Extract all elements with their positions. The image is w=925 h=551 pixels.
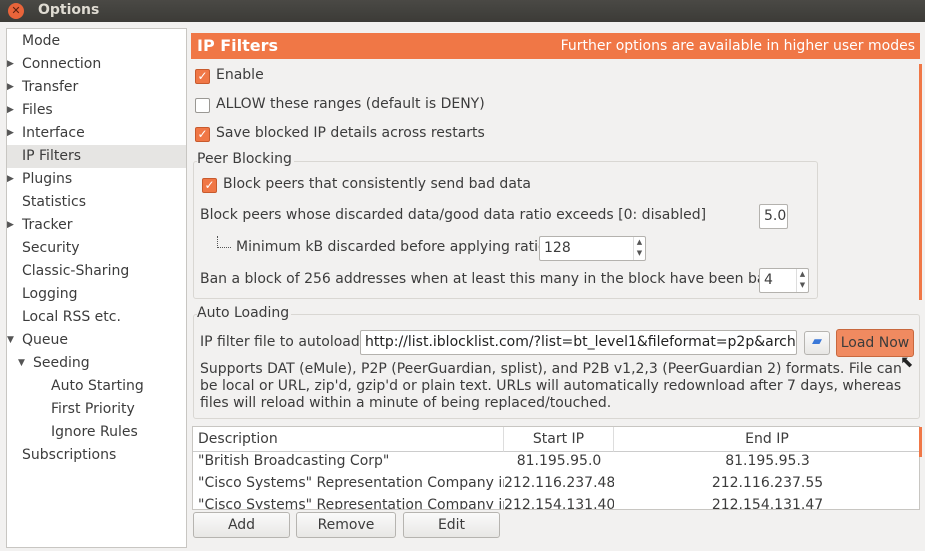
sidebar-item-connection[interactable]: ▶ Connection <box>7 53 186 76</box>
start-ip-cell: 81.195.95.0 <box>516 453 602 469</box>
block-bad-peers-checkbox[interactable]: ✓ <box>202 178 217 193</box>
sidebar-item-files[interactable]: ▶ Files <box>7 99 186 122</box>
end-ip-cell: 212.154.131.47 <box>711 497 824 510</box>
column-header-description[interactable]: Description <box>193 427 504 452</box>
sidebar-item-label: Queue <box>22 332 68 348</box>
sidebar-item-label: Local RSS etc. <box>22 309 121 325</box>
expander-right-icon[interactable]: ▶ <box>7 76 14 99</box>
sidebar-item-queue[interactable]: ▼ Queue <box>7 329 186 352</box>
sidebar-item-label: Interface <box>22 125 85 141</box>
browse-folder-icon[interactable]: ▰ <box>804 331 830 355</box>
sidebar-item-label: Seeding <box>33 355 90 371</box>
column-header-end-ip[interactable]: End IP <box>614 427 919 452</box>
end-ip-cell: 81.195.95.3 <box>725 453 810 469</box>
sidebar-item-seeding[interactable]: ▼ Seeding <box>7 352 186 375</box>
sidebar-item-ignore-rules[interactable]: Ignore Rules <box>7 421 186 444</box>
sidebar-item-label: Security <box>22 240 80 256</box>
allow-ranges-checkbox[interactable] <box>195 98 210 113</box>
enable-checkbox[interactable]: ✓ <box>195 69 210 84</box>
add-button[interactable]: Add <box>193 512 290 538</box>
column-header-start-ip[interactable]: Start IP <box>504 427 614 452</box>
allow-ranges-label: ALLOW these ranges (default is DENY) <box>216 96 485 112</box>
table-scrollbar[interactable] <box>919 427 922 457</box>
ban-value: 4 <box>764 272 773 288</box>
sidebar-item-label: Plugins <box>22 171 73 187</box>
sidebar-item-label: First Priority <box>51 401 135 417</box>
sidebar-item-mode[interactable]: Mode <box>7 30 186 53</box>
section-header: IP Filters Further options are available… <box>191 33 920 59</box>
sidebar-tree: Mode ▶ Connection ▶ Transfer ▶ Files ▶ Interface… <box>6 28 187 548</box>
start-ip-cell: 212.116.237.48 <box>504 475 614 491</box>
ban-spinner[interactable]: 4 ▲ ▼ <box>759 268 809 293</box>
sidebar-item-label: IP Filters <box>22 148 81 164</box>
sidebar-item-first-priority[interactable]: First Priority <box>7 398 186 421</box>
sidebar-item-label: Tracker <box>22 217 73 233</box>
sidebar-item-logging[interactable]: Logging <box>7 283 186 306</box>
sidebar-item-label: Classic-Sharing <box>22 263 130 279</box>
remove-button[interactable]: Remove <box>296 512 396 538</box>
expander-right-icon[interactable]: ▶ <box>7 99 14 122</box>
min-kb-value: 128 <box>544 240 571 256</box>
sidebar-item-local-rss-etc[interactable]: Local RSS etc. <box>7 306 186 329</box>
sidebar-item-classic-sharing[interactable]: Classic-Sharing <box>7 260 186 283</box>
save-blocked-label: Save blocked IP details across restarts <box>216 125 485 141</box>
user-mode-note: Further options are available in higher … <box>560 38 915 54</box>
sidebar-item-auto-starting[interactable]: Auto Starting <box>7 375 186 398</box>
sidebar-item-label: Auto Starting <box>51 378 144 394</box>
expander-down-icon[interactable]: ▼ <box>7 329 14 352</box>
min-kb-spinner[interactable]: 128 ▲ ▼ <box>539 236 646 261</box>
format-help-text: Supports DAT (eMule), P2P (PeerGuardian,… <box>200 361 902 411</box>
expander-right-icon[interactable]: ▶ <box>7 214 14 237</box>
sidebar-item-plugins[interactable]: ▶ Plugins <box>7 168 186 191</box>
sidebar-item-label: Files <box>22 102 53 118</box>
expander-down-icon[interactable]: ▼ <box>18 352 25 375</box>
start-ip-cell: 212.154.131.40 <box>504 497 614 510</box>
window-title: Options <box>38 2 100 18</box>
sidebar-item-label: Mode <box>22 33 61 49</box>
expander-right-icon[interactable]: ▶ <box>7 53 14 76</box>
sidebar-item-subscriptions[interactable]: Subscriptions <box>7 444 186 467</box>
title-bar: ✕ Options <box>0 0 925 22</box>
expander-right-icon[interactable]: ▶ <box>7 122 14 145</box>
file-label: IP filter file to autoload <box>200 334 360 350</box>
ratio-label: Block peers whose discarded data/good da… <box>200 207 707 223</box>
min-kb-label: Minimum kB discarded before applying rat… <box>236 239 547 255</box>
sidebar-item-label: Transfer <box>22 79 79 95</box>
block-bad-peers-label: Block peers that consistently send bad d… <box>223 176 531 192</box>
end-ip-cell: 212.116.237.55 <box>711 475 824 491</box>
sidebar-item-ip-filters[interactable]: IP Filters <box>7 145 186 168</box>
save-blocked-checkbox[interactable]: ✓ <box>195 127 210 142</box>
sidebar-item-label: Subscriptions <box>22 447 117 463</box>
spinner-arrows-icon[interactable]: ▲ ▼ <box>796 269 808 292</box>
description-cell: "Cisco Systems" Representation Company i… <box>198 497 504 510</box>
ip-filter-table: Description Start IP End IP "British Bro… <box>192 426 920 510</box>
sidebar-item-security[interactable]: Security <box>7 237 186 260</box>
expander-right-icon[interactable]: ▶ <box>7 168 14 191</box>
sidebar-item-interface[interactable]: ▶ Interface <box>7 122 186 145</box>
spinner-arrows-icon[interactable]: ▲ ▼ <box>633 237 645 260</box>
sidebar-item-tracker[interactable]: ▶ Tracker <box>7 214 186 237</box>
enable-label: Enable <box>216 67 264 83</box>
sidebar-item-label: Ignore Rules <box>51 424 138 440</box>
section-title: IP Filters <box>197 36 279 55</box>
ratio-input[interactable]: 5.0 <box>759 204 788 229</box>
ban-label: Ban a block of 256 addresses when at lea… <box>200 271 801 287</box>
peer-blocking-title: Peer Blocking <box>197 151 294 167</box>
sidebar-item-statistics[interactable]: Statistics <box>7 191 186 214</box>
edit-button[interactable]: Edit <box>403 512 500 538</box>
sidebar-item-transfer[interactable]: ▶ Transfer <box>7 76 186 99</box>
auto-loading-title: Auto Loading <box>197 305 292 321</box>
sidebar-item-label: Statistics <box>22 194 86 210</box>
filter-file-input[interactable]: http://list.iblocklist.com/?list=bt_leve… <box>360 330 797 355</box>
scrollbar[interactable] <box>919 64 922 300</box>
tree-connector <box>217 236 231 248</box>
close-icon[interactable]: ✕ <box>8 3 24 19</box>
description-cell: "British Broadcasting Corp" <box>198 453 390 469</box>
sidebar-item-label: Logging <box>22 286 78 302</box>
sidebar-item-label: Connection <box>22 56 102 72</box>
description-cell: "Cisco Systems" Representation Company i… <box>198 475 504 491</box>
